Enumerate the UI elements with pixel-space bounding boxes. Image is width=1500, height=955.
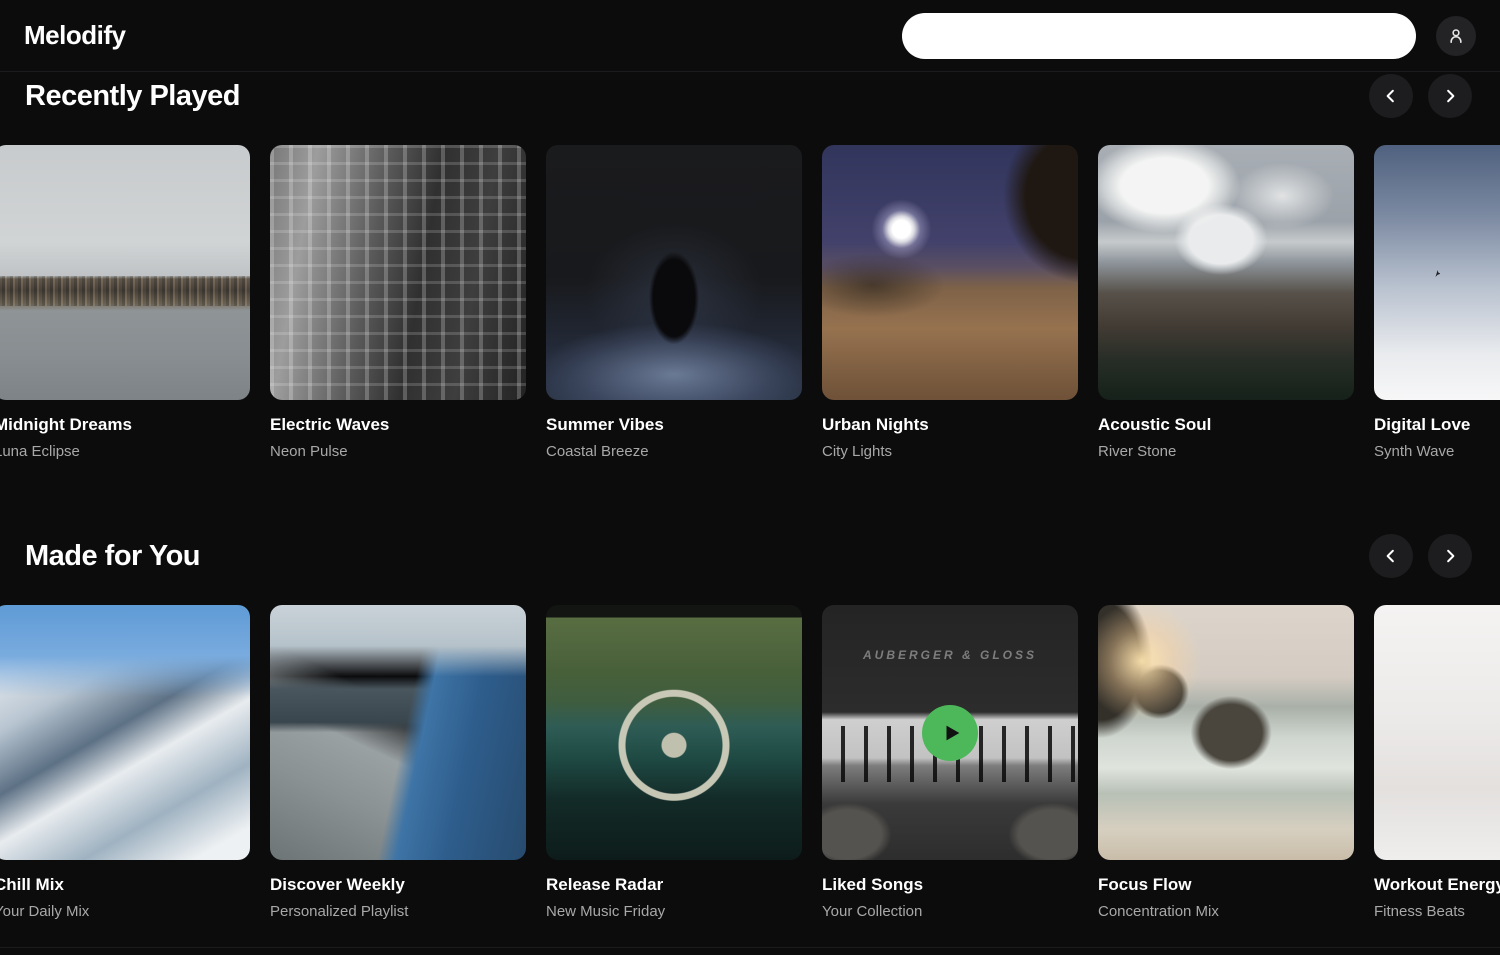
section-made-for-you: Made for You Chill Mix Your Daily Mix — [0, 534, 1500, 920]
carousel-next-button[interactable] — [1428, 534, 1472, 578]
card-subtitle: Concentration Mix — [1098, 903, 1354, 920]
play-button[interactable] — [922, 705, 978, 761]
album-art — [270, 605, 526, 860]
album-art — [546, 605, 802, 860]
album-art — [1098, 605, 1354, 860]
playlist-card[interactable]: Focus Flow Concentration Mix — [1098, 605, 1354, 920]
card-subtitle: Your Daily Mix — [0, 903, 250, 920]
carousel-prev-button[interactable] — [1369, 74, 1413, 118]
carousel-next-button[interactable] — [1428, 74, 1472, 118]
section-header: Made for You — [0, 534, 1500, 578]
playlist-card[interactable]: Digital Love Synth Wave — [1374, 145, 1500, 460]
carousel-nav — [1369, 74, 1472, 118]
card-title: Urban Nights — [822, 415, 1078, 435]
user-icon — [1446, 26, 1466, 46]
playlist-card[interactable]: Acoustic Soul River Stone — [1098, 145, 1354, 460]
album-art — [1098, 145, 1354, 400]
section-title: Made for You — [25, 540, 200, 573]
card-subtitle: New Music Friday — [546, 903, 802, 920]
card-title: Workout Energy — [1374, 875, 1500, 895]
card-subtitle: Synth Wave — [1374, 443, 1500, 460]
section-title: Recently Played — [25, 80, 240, 113]
playlist-card[interactable]: Urban Nights City Lights — [822, 145, 1078, 460]
album-art — [0, 145, 250, 400]
card-title: Discover Weekly — [270, 875, 526, 895]
playlist-card[interactable]: Chill Mix Your Daily Mix — [0, 605, 250, 920]
playlist-card[interactable]: Midnight Dreams Luna Eclipse — [0, 145, 250, 460]
playlist-card[interactable]: Summer Vibes Coastal Breeze — [546, 145, 802, 460]
album-art: AUBERGER & GLOSS — [822, 605, 1078, 860]
card-subtitle: Fitness Beats — [1374, 903, 1500, 920]
profile-button[interactable] — [1436, 16, 1476, 56]
chevron-right-icon — [1441, 547, 1459, 565]
playlist-card[interactable]: Release Radar New Music Friday — [546, 605, 802, 920]
card-title: Acoustic Soul — [1098, 415, 1354, 435]
album-art — [822, 145, 1078, 400]
playlist-card[interactable]: Discover Weekly Personalized Playlist — [270, 605, 526, 920]
playlist-card[interactable]: Electric Waves Neon Pulse — [270, 145, 526, 460]
playlist-card[interactable]: Workout Energy Fitness Beats — [1374, 605, 1500, 920]
play-icon — [937, 722, 963, 744]
bottom-section-divider — [0, 947, 1500, 948]
card-subtitle: Luna Eclipse — [0, 443, 250, 460]
search-input[interactable] — [902, 13, 1416, 59]
main-content: Recently Played Midnight Dreams Luna — [0, 74, 1500, 920]
card-title: Release Radar — [546, 875, 802, 895]
chevron-right-icon — [1441, 87, 1459, 105]
card-subtitle: Your Collection — [822, 903, 1078, 920]
top-bar: Melodify — [0, 0, 1500, 72]
card-title: Liked Songs — [822, 875, 1078, 895]
card-title: Midnight Dreams — [0, 415, 250, 435]
card-carousel: Midnight Dreams Luna Eclipse Electric Wa… — [0, 145, 1500, 460]
album-art — [270, 145, 526, 400]
album-art — [1374, 605, 1500, 860]
card-title: Focus Flow — [1098, 875, 1354, 895]
card-subtitle: Neon Pulse — [270, 443, 526, 460]
carousel-nav — [1369, 534, 1472, 578]
card-subtitle: River Stone — [1098, 443, 1354, 460]
album-art — [1374, 145, 1500, 400]
carousel-prev-button[interactable] — [1369, 534, 1413, 578]
card-subtitle: City Lights — [822, 443, 1078, 460]
card-subtitle: Personalized Playlist — [270, 903, 526, 920]
chevron-left-icon — [1382, 87, 1400, 105]
card-carousel: Chill Mix Your Daily Mix Discover Weekly… — [0, 605, 1500, 920]
section-header: Recently Played — [0, 74, 1500, 118]
album-art — [546, 145, 802, 400]
section-recently-played: Recently Played Midnight Dreams Luna — [0, 74, 1500, 460]
piano-brand-text: AUBERGER & GLOSS — [822, 648, 1078, 662]
card-subtitle: Coastal Breeze — [546, 443, 802, 460]
card-title: Chill Mix — [0, 875, 250, 895]
app-logo[interactable]: Melodify — [24, 20, 125, 51]
chevron-left-icon — [1382, 547, 1400, 565]
card-title: Summer Vibes — [546, 415, 802, 435]
playlist-card[interactable]: AUBERGER & GLOSS Liked Songs Your Collec… — [822, 605, 1078, 920]
album-art — [0, 605, 250, 860]
card-title: Digital Love — [1374, 415, 1500, 435]
card-title: Electric Waves — [270, 415, 526, 435]
